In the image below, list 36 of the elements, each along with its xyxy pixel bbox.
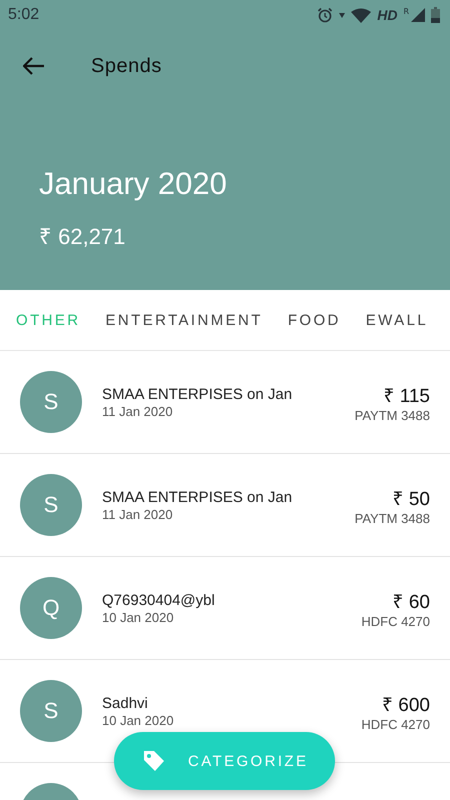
payee-name: SMAA ENTERPISES on Jan xyxy=(102,488,292,506)
account-label: PAYTM 3488 xyxy=(354,510,430,526)
alarm-icon xyxy=(317,7,334,23)
transaction-date: 11 Jan 2020 xyxy=(102,506,173,522)
account-label: HDFC 4270 xyxy=(361,716,430,732)
transaction-date: 10 Jan 2020 xyxy=(102,712,174,728)
payee-name: Q76930404@ybl xyxy=(102,592,215,608)
category-tab[interactable]: FOOD xyxy=(288,312,341,328)
signal-icon xyxy=(411,8,425,22)
transaction-amount: ₹ 115 xyxy=(383,384,430,408)
category-tab[interactable]: ENTERTAINMENT xyxy=(106,312,263,328)
avatar: S xyxy=(20,680,82,742)
transaction-amount: ₹ 50 xyxy=(392,488,430,510)
screen-title: Spends xyxy=(91,54,162,78)
wifi-icon xyxy=(351,8,372,22)
roaming-indicator: R xyxy=(403,7,409,16)
avatar: Q xyxy=(20,577,82,639)
transaction-date: 11 Jan 2020 xyxy=(102,404,173,418)
transaction-amount: ₹ 60 xyxy=(392,590,430,614)
payee-name: Sadhvi xyxy=(102,694,148,712)
account-label: PAYTM 3488 xyxy=(354,408,430,422)
battery-icon xyxy=(431,7,440,23)
avatar: S xyxy=(20,474,82,536)
category-tab[interactable]: EWALL xyxy=(366,312,428,328)
tag-icon xyxy=(142,749,166,773)
payee-name: SMAA ENTERPISES on Jan xyxy=(102,386,292,402)
transaction-amount: ₹ 600 xyxy=(382,694,430,716)
account-label: HDFC 4270 xyxy=(361,614,430,628)
transaction-date: 10 Jan 2020 xyxy=(102,610,174,624)
back-arrow-icon[interactable] xyxy=(23,57,45,75)
avatar: S xyxy=(20,371,82,433)
month-label: January 2020 xyxy=(38,165,228,202)
total-amount: ₹ 62,271 xyxy=(38,223,126,250)
dropdown-icon xyxy=(339,12,346,18)
status-time: 5:02 xyxy=(8,6,40,24)
network-type: HD xyxy=(377,7,398,23)
